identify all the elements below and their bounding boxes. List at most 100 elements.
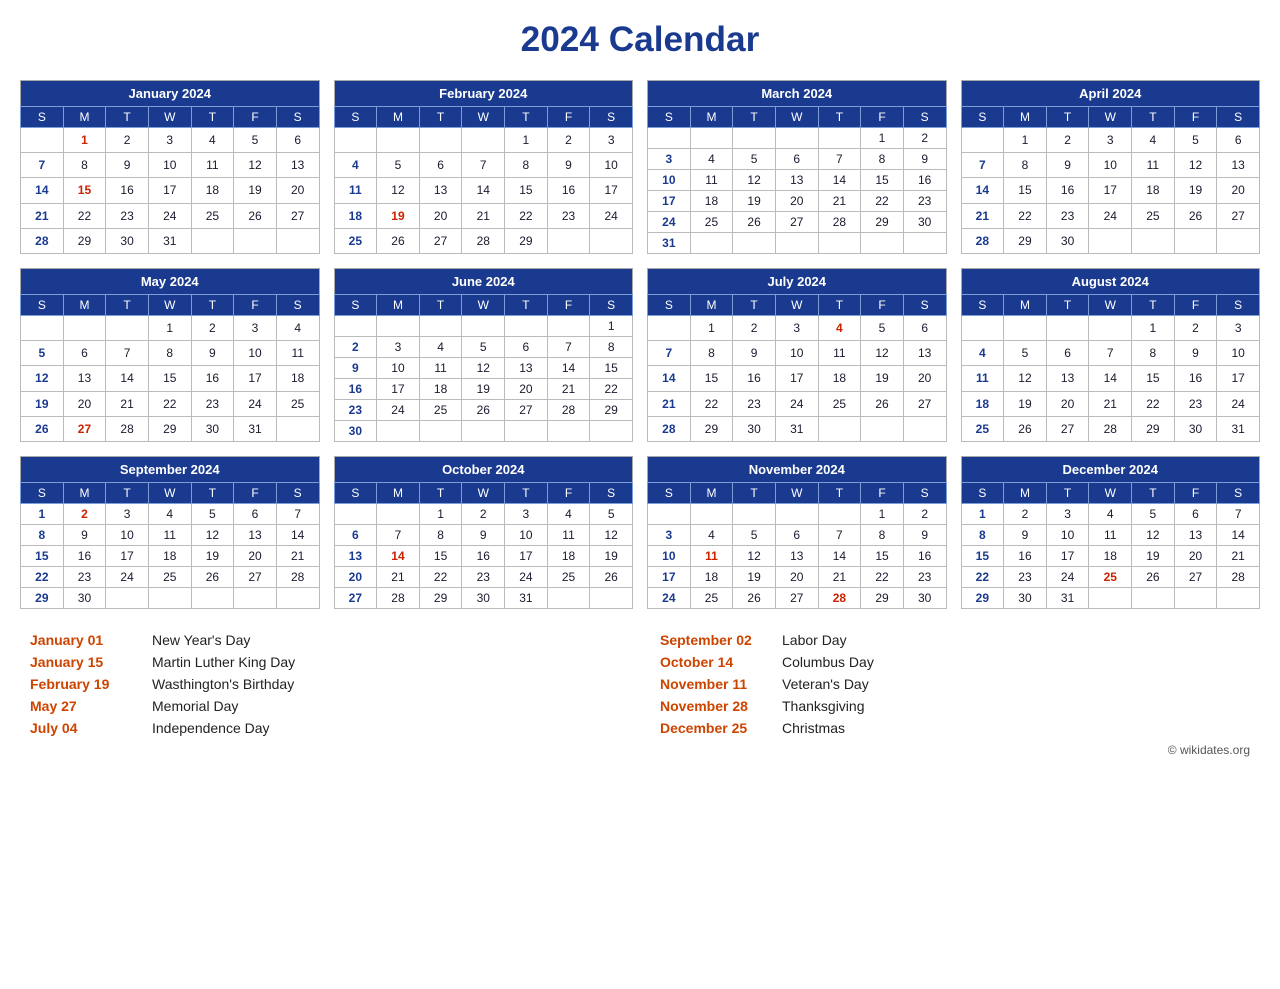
calendar-day: 5 — [1174, 128, 1217, 153]
calendar-day: 26 — [733, 212, 776, 233]
calendar-day: 4 — [1132, 128, 1175, 153]
day-header: S — [334, 107, 377, 128]
calendar-day: 23 — [547, 203, 590, 228]
calendar-day: 24 — [148, 203, 191, 228]
holiday-name: New Year's Day — [152, 632, 250, 648]
calendar-day: 20 — [63, 391, 106, 416]
calendar-day: 9 — [63, 525, 106, 546]
calendar-day: 19 — [1004, 391, 1047, 416]
day-header: T — [191, 295, 234, 316]
calendar-day — [690, 128, 733, 149]
calendar-day: 7 — [961, 153, 1004, 178]
calendar-day: 28 — [276, 567, 319, 588]
calendar-day: 13 — [775, 546, 818, 567]
calendar-day: 24 — [590, 203, 633, 228]
calendar-day: 24 — [234, 391, 277, 416]
calendar-day: 18 — [334, 203, 377, 228]
calendar-day: 2 — [462, 504, 505, 525]
calendar-day: 23 — [462, 567, 505, 588]
day-header: W — [775, 483, 818, 504]
day-header: T — [505, 295, 548, 316]
calendar-day: 13 — [234, 525, 277, 546]
day-header: T — [106, 107, 149, 128]
calendar-day: 12 — [861, 341, 904, 366]
calendar-day — [690, 233, 733, 254]
calendar-day: 26 — [191, 567, 234, 588]
day-header: S — [1217, 107, 1260, 128]
calendar-day: 16 — [1046, 178, 1089, 203]
calendar-day: 6 — [234, 504, 277, 525]
calendar-day: 7 — [106, 341, 149, 366]
day-header: S — [648, 107, 691, 128]
holiday-date: May 27 — [30, 698, 140, 714]
month-name: July 2024 — [648, 269, 947, 295]
calendar-day: 1 — [148, 316, 191, 341]
calendar-day: 13 — [1217, 153, 1260, 178]
calendar-day: 15 — [861, 546, 904, 567]
calendar-day — [1132, 588, 1175, 609]
day-header: T — [733, 295, 776, 316]
calendar-day: 24 — [377, 400, 420, 421]
calendar-day: 16 — [733, 366, 776, 391]
calendar-day — [547, 316, 590, 337]
calendar-day: 23 — [903, 191, 946, 212]
day-header: S — [903, 107, 946, 128]
calendar-day: 21 — [547, 379, 590, 400]
calendar-day: 30 — [1046, 228, 1089, 253]
calendar-day: 22 — [21, 567, 64, 588]
day-header: T — [1046, 107, 1089, 128]
calendar-day — [21, 128, 64, 153]
calendar-day: 17 — [106, 546, 149, 567]
month-name: November 2024 — [648, 457, 947, 483]
calendar-day: 5 — [590, 504, 633, 525]
calendar-day: 31 — [775, 416, 818, 441]
calendar-day: 9 — [547, 153, 590, 178]
calendar-day: 2 — [903, 504, 946, 525]
calendar-day: 6 — [63, 341, 106, 366]
day-header: M — [1004, 107, 1047, 128]
day-header: F — [861, 483, 904, 504]
calendar-day: 4 — [547, 504, 590, 525]
calendar-day: 15 — [505, 178, 548, 203]
calendar-day: 18 — [690, 567, 733, 588]
calendar-day: 17 — [148, 178, 191, 203]
day-header: F — [234, 483, 277, 504]
calendar-day: 9 — [1174, 341, 1217, 366]
calendar-day: 12 — [1174, 153, 1217, 178]
calendar-day: 4 — [334, 153, 377, 178]
day-header: T — [1046, 483, 1089, 504]
calendar-day: 17 — [1046, 546, 1089, 567]
holiday-date: November 28 — [660, 698, 770, 714]
calendar-day — [961, 128, 1004, 153]
calendar-day: 19 — [590, 546, 633, 567]
calendar-day: 28 — [1089, 416, 1132, 441]
calendar-day — [861, 233, 904, 254]
calendar-day: 10 — [775, 341, 818, 366]
calendar-day: 27 — [234, 567, 277, 588]
calendar-day: 24 — [648, 588, 691, 609]
calendar-day: 10 — [1089, 153, 1132, 178]
calendar-day: 10 — [1046, 525, 1089, 546]
calendar-day: 8 — [148, 341, 191, 366]
holiday-name: Columbus Day — [782, 654, 874, 670]
calendar-day: 24 — [775, 391, 818, 416]
calendar-day: 12 — [462, 358, 505, 379]
month-5: May 2024SMTWTFS1234567891011121314151617… — [20, 268, 320, 442]
calendar-day: 6 — [1046, 341, 1089, 366]
calendar-day: 19 — [733, 567, 776, 588]
calendar-day: 24 — [1046, 567, 1089, 588]
calendar-day: 15 — [419, 546, 462, 567]
calendar-day: 10 — [648, 546, 691, 567]
day-header: S — [961, 483, 1004, 504]
calendar-day: 11 — [1089, 525, 1132, 546]
calendar-day: 12 — [1004, 366, 1047, 391]
calendar-day: 26 — [1174, 203, 1217, 228]
holidays-left: January 01New Year's DayJanuary 15Martin… — [30, 629, 620, 739]
calendar-day: 16 — [1004, 546, 1047, 567]
calendar-day — [1174, 588, 1217, 609]
holiday-date: July 04 — [30, 720, 140, 736]
calendar-day: 25 — [148, 567, 191, 588]
calendar-day: 16 — [334, 379, 377, 400]
calendar-day: 6 — [419, 153, 462, 178]
calendar-day — [234, 588, 277, 609]
